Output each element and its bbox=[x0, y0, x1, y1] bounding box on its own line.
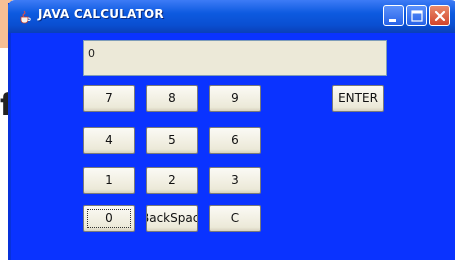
screen: fic JAVA CALCULATOR bbox=[0, 0, 455, 260]
key-8[interactable]: 8 bbox=[146, 85, 198, 112]
key-6[interactable]: 6 bbox=[209, 127, 261, 154]
clear-button[interactable]: C bbox=[209, 205, 261, 232]
maximize-icon bbox=[411, 10, 423, 22]
java-cup-icon[interactable] bbox=[18, 9, 32, 24]
window-title: JAVA CALCULATOR bbox=[38, 7, 164, 21]
backspace-button[interactable]: BackSpace bbox=[146, 205, 198, 232]
calculator-display[interactable]: 0 bbox=[83, 40, 387, 76]
key-4[interactable]: 4 bbox=[83, 127, 135, 154]
enter-button[interactable]: ENTER bbox=[332, 85, 384, 112]
minimize-button[interactable] bbox=[383, 5, 404, 26]
key-5[interactable]: 5 bbox=[146, 127, 198, 154]
close-icon bbox=[434, 10, 446, 22]
key-0[interactable]: 0 bbox=[83, 205, 135, 232]
key-2[interactable]: 2 bbox=[146, 167, 198, 194]
maximize-button[interactable] bbox=[406, 5, 427, 26]
title-bar[interactable]: JAVA CALCULATOR bbox=[8, 0, 455, 33]
key-1[interactable]: 1 bbox=[83, 167, 135, 194]
calculator-window: JAVA CALCULATOR 0 7 8 9 ENTER 4 5 6 1 2 … bbox=[8, 0, 455, 260]
key-9[interactable]: 9 bbox=[209, 85, 261, 112]
close-button[interactable] bbox=[429, 5, 450, 26]
key-7[interactable]: 7 bbox=[83, 85, 135, 112]
minimize-icon bbox=[389, 19, 396, 22]
key-3[interactable]: 3 bbox=[209, 167, 261, 194]
